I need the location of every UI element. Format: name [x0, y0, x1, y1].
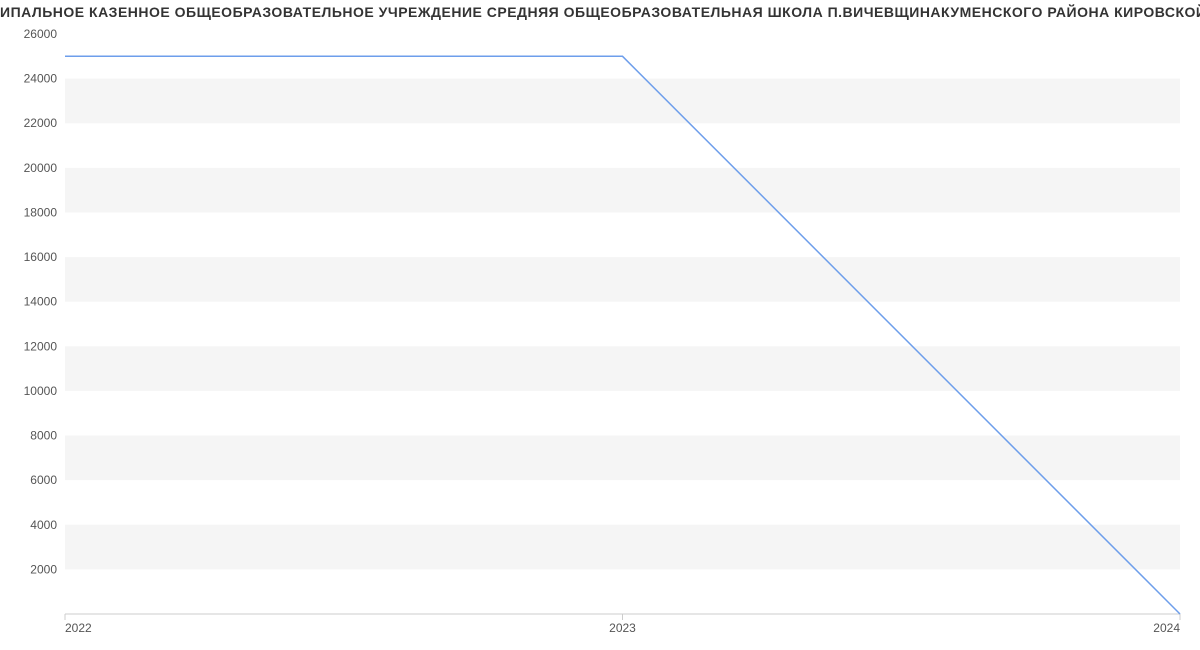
y-tick-label: 26000 — [24, 27, 58, 41]
chart-svg: 2000 4000 6000 8000 10000 12000 14000 16000 1800… — [0, 24, 1200, 644]
grid-band — [65, 257, 1180, 302]
x-tick-label: 2024 — [1153, 621, 1180, 635]
y-tick-label: 20000 — [24, 161, 58, 175]
grid-band — [65, 436, 1180, 481]
y-tick-label: 14000 — [24, 295, 58, 309]
chart-title: ИПАЛЬНОЕ КАЗЕННОЕ ОБЩЕОБРАЗОВАТЕЛЬНОЕ УЧ… — [0, 0, 1200, 24]
y-tick-label: 18000 — [24, 205, 58, 219]
y-tick-label: 22000 — [24, 116, 58, 130]
x-tick-label: 2023 — [609, 621, 636, 635]
x-tick-label: 2022 — [65, 621, 92, 635]
y-tick-label: 16000 — [24, 250, 58, 264]
chart-area: 2000 4000 6000 8000 10000 12000 14000 16000 1800… — [0, 24, 1200, 644]
y-tick-label: 4000 — [30, 518, 57, 532]
grid-band — [65, 168, 1180, 213]
y-tick-label: 6000 — [30, 473, 57, 487]
y-tick-label: 8000 — [30, 429, 57, 443]
grid-band — [65, 346, 1180, 391]
y-tick-label: 10000 — [24, 384, 58, 398]
y-tick-label: 24000 — [24, 72, 58, 86]
grid-band — [65, 79, 1180, 124]
y-tick-label: 12000 — [24, 339, 58, 353]
grid-band — [65, 525, 1180, 570]
y-tick-label: 2000 — [30, 562, 57, 576]
